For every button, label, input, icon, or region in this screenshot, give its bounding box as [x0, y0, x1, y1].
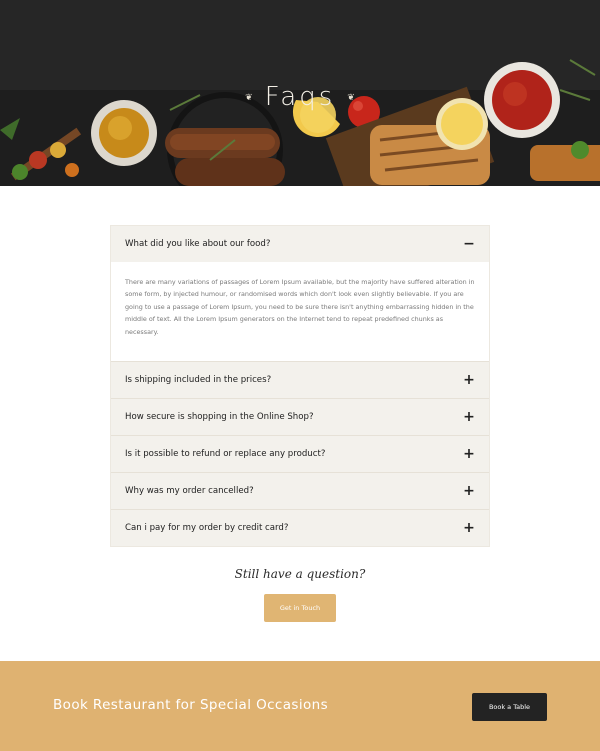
- booking-banner: Book Restaurant for Special Occasions Bo…: [0, 661, 600, 751]
- faq-question: Is shipping included in the prices?: [125, 375, 272, 385]
- faq-question-row[interactable]: What did you like about our food? −: [111, 226, 489, 262]
- expand-icon[interactable]: +: [463, 447, 475, 461]
- expand-icon[interactable]: +: [463, 410, 475, 424]
- page-title: Faqs: [264, 82, 336, 112]
- faq-question: How secure is shopping in the Online Sho…: [125, 412, 314, 422]
- expand-icon[interactable]: +: [463, 484, 475, 498]
- faq-question-row[interactable]: Is shipping included in the prices? +: [111, 362, 489, 398]
- faq-question-row[interactable]: How secure is shopping in the Online Sho…: [111, 399, 489, 435]
- faq-answer: There are many variations of passages of…: [111, 262, 489, 361]
- faq-question-row[interactable]: Why was my order cancelled? +: [111, 473, 489, 509]
- faq-question-row[interactable]: Can i pay for my order by credit card? +: [111, 510, 489, 546]
- faq-question: Why was my order cancelled?: [125, 486, 254, 496]
- faq-accordion: What did you like about our food? − Ther…: [110, 225, 490, 547]
- faq-item: Can i pay for my order by credit card? +: [111, 510, 489, 546]
- expand-icon[interactable]: +: [463, 521, 475, 535]
- faq-question: What did you like about our food?: [125, 239, 271, 249]
- collapse-icon[interactable]: −: [463, 237, 475, 251]
- faq-question-row[interactable]: Is it possible to refund or replace any …: [111, 436, 489, 472]
- hero-title-group: ❦ Faqs ❦: [0, 82, 600, 112]
- still-question-text: Still have a question?: [234, 567, 366, 581]
- expand-icon[interactable]: +: [463, 373, 475, 387]
- banner-title: Book Restaurant for Special Occasions: [53, 697, 329, 713]
- ornament-right-icon: ❦: [347, 91, 355, 102]
- faq-question: Can i pay for my order by credit card?: [125, 523, 289, 533]
- faq-item: Is it possible to refund or replace any …: [111, 436, 489, 473]
- faq-item: What did you like about our food? − Ther…: [111, 226, 489, 362]
- ornament-left-icon: ❦: [245, 91, 253, 102]
- faq-item: How secure is shopping in the Online Sho…: [111, 399, 489, 436]
- hero-banner: ❦ Faqs ❦: [0, 0, 600, 186]
- faq-item: Is shipping included in the prices? +: [111, 362, 489, 399]
- faq-item: Why was my order cancelled? +: [111, 473, 489, 510]
- get-in-touch-button[interactable]: Get in Touch: [264, 594, 336, 622]
- book-table-button[interactable]: Book a Table: [472, 693, 547, 721]
- faq-question: Is it possible to refund or replace any …: [125, 449, 326, 459]
